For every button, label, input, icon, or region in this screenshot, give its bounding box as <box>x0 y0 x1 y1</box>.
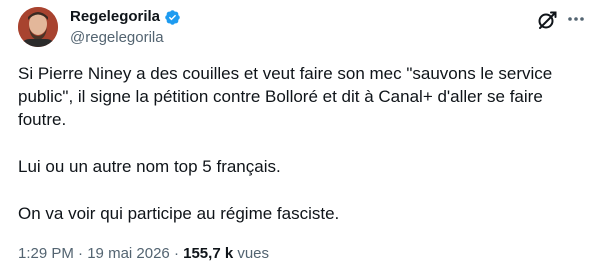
views-label[interactable]: vues <box>237 245 269 262</box>
more-dots-icon <box>568 17 584 21</box>
verified-badge-icon[interactable] <box>164 9 181 26</box>
tweet-text: Si Pierre Niney a des couilles et veut f… <box>18 62 583 225</box>
tweet-paragraph: Si Pierre Niney a des couilles et veut f… <box>18 64 553 129</box>
grok-button[interactable] <box>536 9 558 31</box>
avatar[interactable] <box>18 7 58 47</box>
more-button[interactable] <box>566 9 586 29</box>
author-handle[interactable]: @regelegorila <box>70 29 164 47</box>
meta-separator: · <box>173 245 179 262</box>
tweet-date[interactable]: 19 mai 2026 <box>87 245 170 262</box>
author-display-name[interactable]: Regelegorila <box>70 8 160 26</box>
author-name-row[interactable]: Regelegorila <box>70 8 181 26</box>
meta-separator: · <box>78 245 84 262</box>
tweet-paragraph: On va voir qui participe au régime fasci… <box>18 204 340 223</box>
views-count[interactable]: 155,7 k <box>183 245 233 262</box>
tweet-time[interactable]: 1:29 PM <box>18 245 74 262</box>
tweet-meta: 1:29 PM · 19 mai 2026 · 155,7 k vues <box>18 245 269 263</box>
tweet-paragraph: Lui ou un autre nom top 5 français. <box>18 157 281 176</box>
grok-icon <box>538 11 557 29</box>
